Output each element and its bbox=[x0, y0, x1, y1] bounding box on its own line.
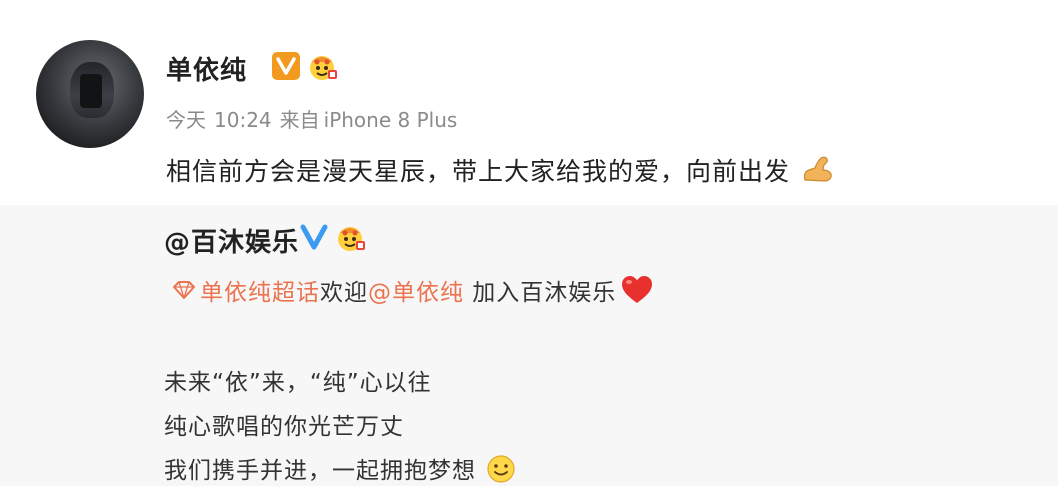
post-text: 相信前方会是漫天星辰，带上大家给我的爱，向前出发 bbox=[166, 157, 791, 186]
weibo-post: 单依纯 今天 10:24 来自 iPhone 8 Plus 相信前方会是漫天星辰，带上… bbox=[0, 0, 1058, 205]
post-day[interactable]: 今天 bbox=[166, 108, 206, 132]
red-heart-emoji-icon bbox=[622, 276, 653, 303]
blue-verified-v-icon bbox=[300, 224, 328, 250]
post-meta: 今天 10:24 来自 iPhone 8 Plus bbox=[166, 104, 465, 133]
join-text: 加入百沐娱乐 bbox=[464, 280, 617, 306]
repost-line-2: 纯心歌唱的你光芒万丈 bbox=[164, 414, 404, 440]
repost-block[interactable]: @百沐娱乐 单依纯超话 欢迎 @单依纯 加入百沐娱乐 未来“依”来，“纯”心以往 纯… bbox=[0, 205, 1058, 486]
smile-emoji-icon bbox=[487, 455, 515, 483]
mention-link[interactable]: @单依纯 bbox=[368, 273, 464, 307]
verified-v-badge-icon bbox=[272, 52, 300, 80]
avatar[interactable] bbox=[36, 40, 144, 148]
post-device: iPhone 8 Plus bbox=[323, 108, 458, 132]
member-face-badge-icon-2 bbox=[338, 227, 365, 251]
repost-first-line: 单依纯超话 欢迎 @单依纯 加入百沐娱乐 bbox=[172, 273, 654, 307]
repost-line-3: 我们携手并进，一起拥抱梦想 bbox=[164, 451, 516, 485]
repost-line-1: 未来“依”来，“纯”心以往 bbox=[164, 370, 432, 396]
post-content: 相信前方会是漫天星辰，带上大家给我的爱，向前出发 bbox=[166, 152, 835, 188]
repost-line-3-text: 我们携手并进，一起拥抱梦想 bbox=[164, 458, 476, 484]
post-username[interactable]: 单依纯 bbox=[166, 50, 247, 87]
post-source-prefix: 来自 bbox=[279, 108, 320, 132]
avatar-phone bbox=[80, 74, 102, 108]
super-topic-link[interactable]: 单依纯超话 bbox=[200, 273, 320, 307]
super-topic-diamond-icon bbox=[173, 281, 195, 299]
welcome-text: 欢迎 bbox=[320, 280, 368, 306]
repost-username[interactable]: @百沐娱乐 bbox=[164, 222, 299, 259]
member-face-badge-icon bbox=[310, 56, 337, 80]
post-time[interactable]: 10:24 bbox=[214, 108, 272, 132]
flexed-arm-emoji-icon bbox=[803, 156, 832, 182]
